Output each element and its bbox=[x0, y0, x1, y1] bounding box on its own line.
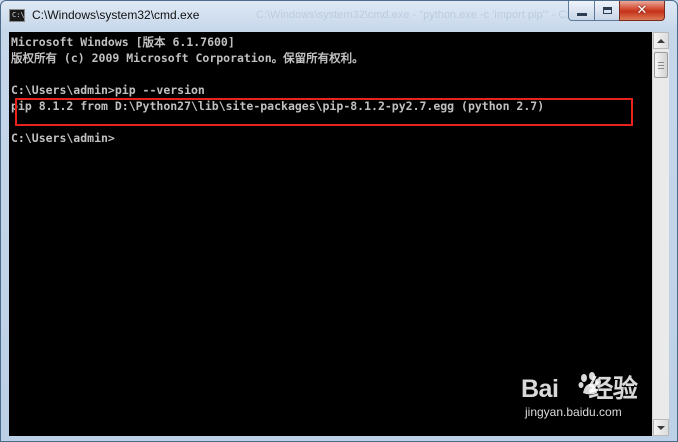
highlight-annotation-box bbox=[15, 98, 633, 126]
maximize-icon bbox=[602, 7, 612, 14]
close-button[interactable]: ✕ bbox=[619, 1, 665, 21]
minimize-icon bbox=[576, 12, 587, 16]
watermark-site: jingyan.baidu.com bbox=[525, 405, 622, 419]
arrow-up-icon bbox=[657, 38, 665, 43]
console-line: 版权所有 (c) 2009 Microsoft Corporation。保留所有… bbox=[11, 51, 364, 65]
maximize-button[interactable] bbox=[594, 1, 620, 21]
console-line: Microsoft Windows [版本 6.1.7600] bbox=[11, 35, 235, 49]
console-line: C:\Users\admin>pip --version bbox=[11, 83, 205, 97]
grip-line bbox=[658, 62, 664, 63]
background-window-title: C:\Windows\system32\cmd.exe - "python.ex… bbox=[256, 9, 582, 21]
watermark-logo-left: Bai bbox=[521, 375, 559, 403]
scrollbar-thumb[interactable] bbox=[654, 52, 668, 78]
minimize-button[interactable] bbox=[568, 1, 595, 21]
grip-line bbox=[658, 68, 664, 69]
baidu-jingyan-watermark: Bai 经验 jingyan.baidu.com bbox=[521, 369, 661, 431]
window-title: C:\Windows\system32\cmd.exe bbox=[32, 8, 200, 22]
paw-icon bbox=[578, 372, 601, 395]
cmd-icon-label: C:\_ bbox=[12, 11, 29, 19]
scroll-up-button[interactable] bbox=[653, 32, 669, 49]
cmd-window: C:\_ C:\Windows\system32\cmd.exe C:\Wind… bbox=[0, 0, 678, 442]
grip-line bbox=[658, 65, 664, 66]
close-icon: ✕ bbox=[636, 3, 648, 18]
console-line-prompt: C:\Users\admin> bbox=[11, 131, 115, 145]
title-bar[interactable]: C:\_ C:\Windows\system32\cmd.exe C:\Wind… bbox=[1, 1, 677, 32]
cmd-app-icon[interactable]: C:\_ bbox=[9, 9, 29, 22]
